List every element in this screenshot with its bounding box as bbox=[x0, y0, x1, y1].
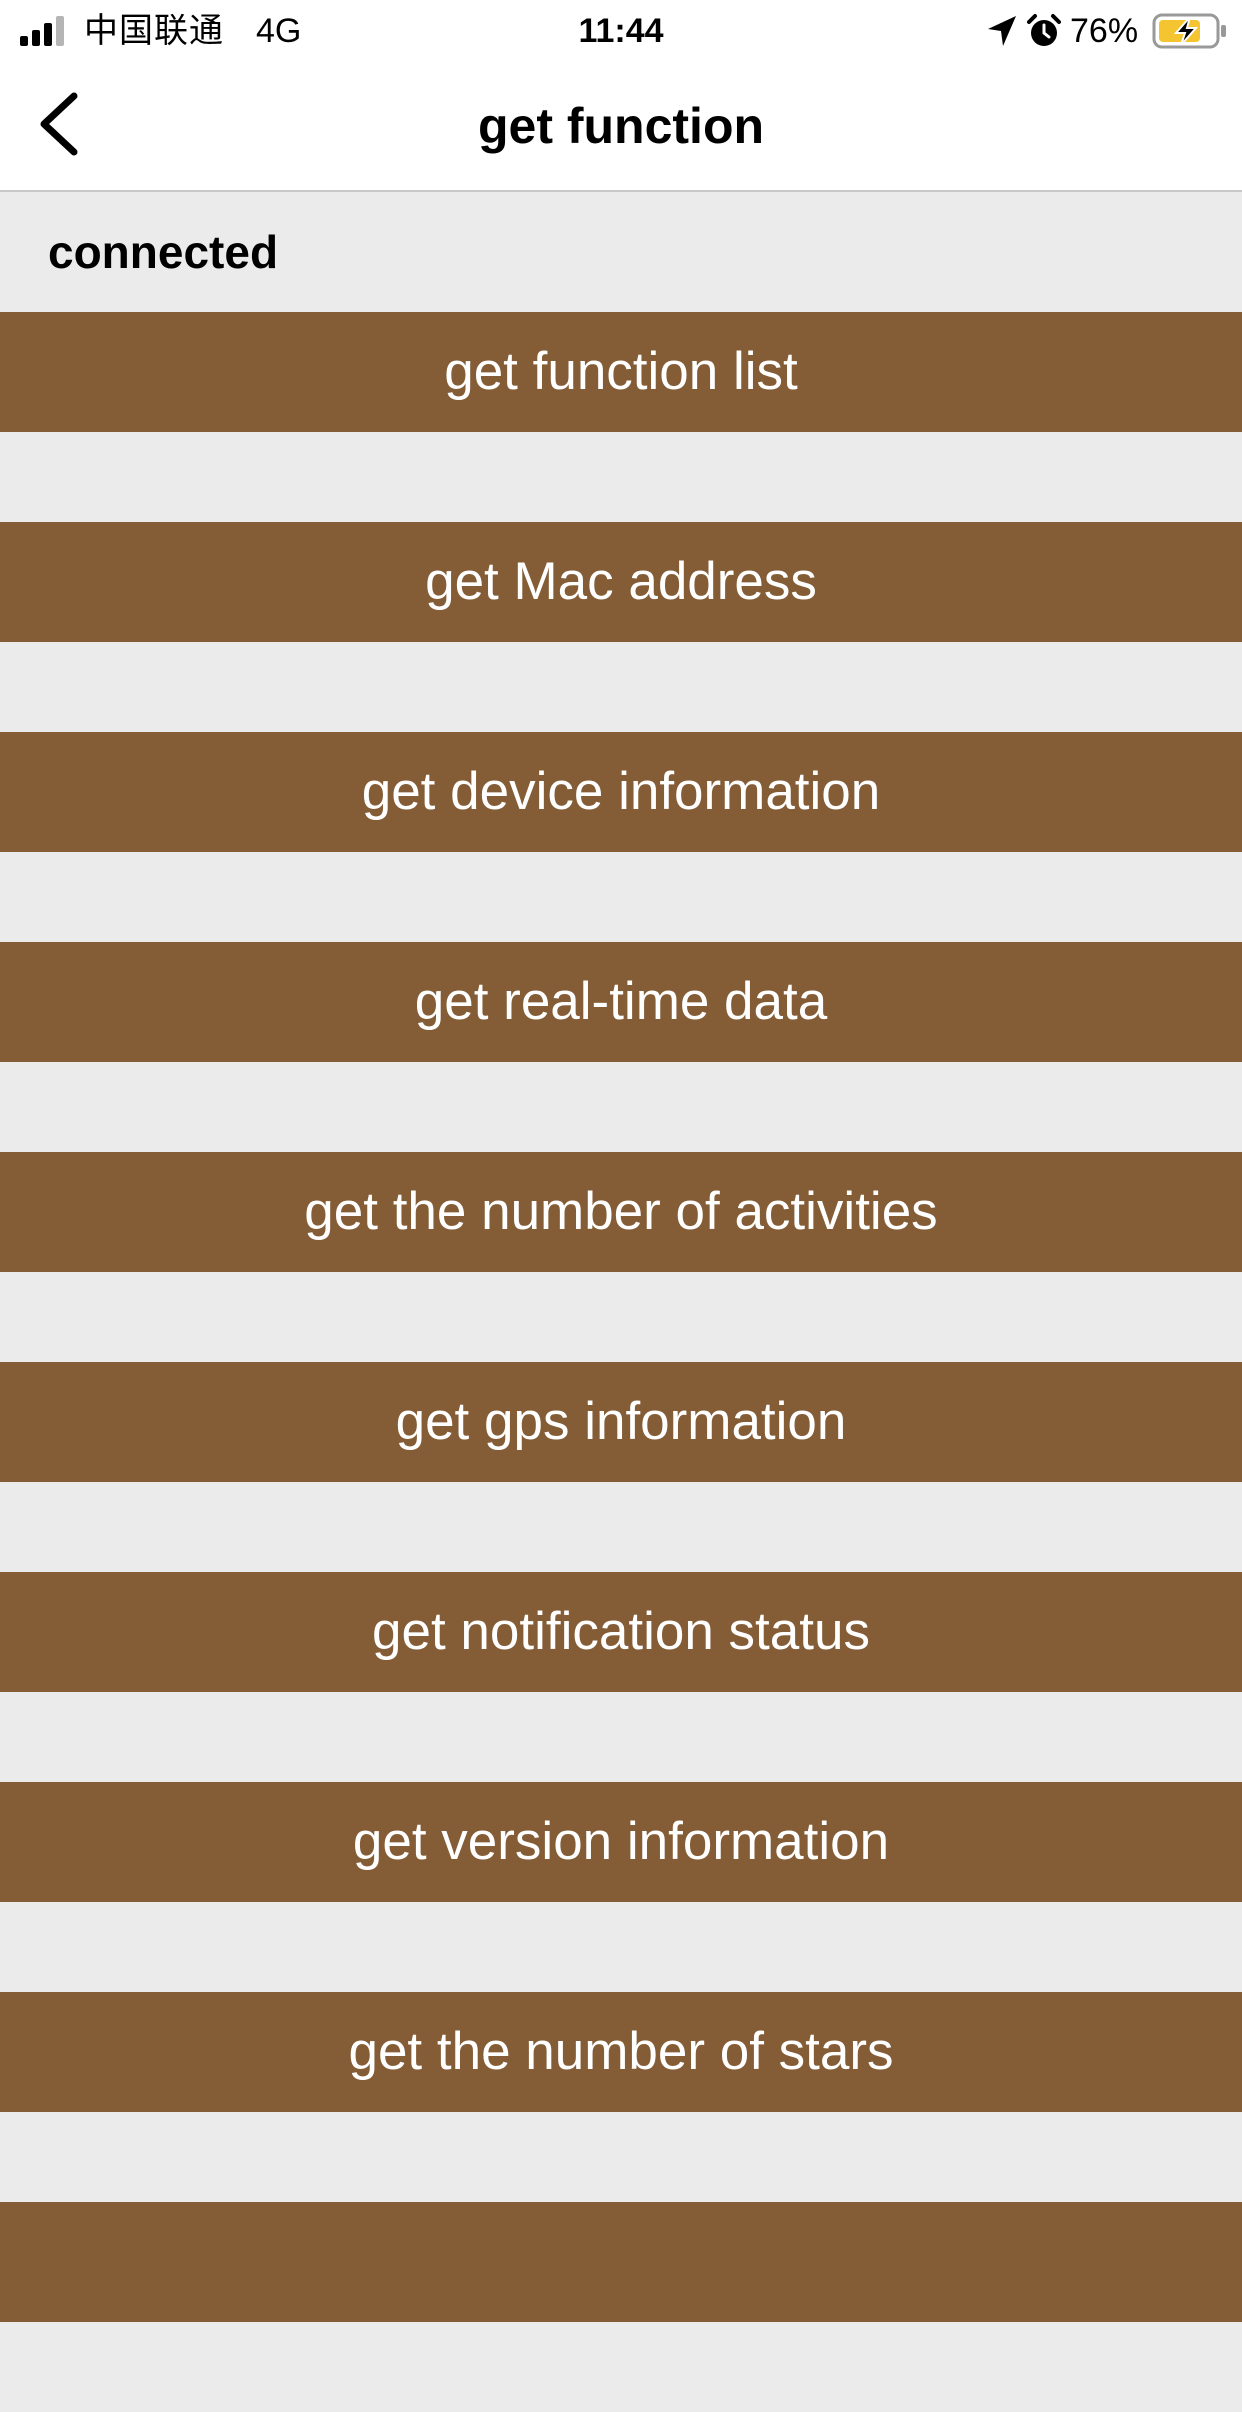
get-device-information-button[interactable]: get device information bbox=[0, 732, 1242, 852]
chevron-left-icon bbox=[40, 92, 78, 156]
get-mac-address-button[interactable]: get Mac address bbox=[0, 522, 1242, 642]
navigation-bar: get function bbox=[0, 62, 1242, 192]
battery-percent: 76% bbox=[1070, 12, 1139, 50]
get-function-list-button[interactable]: get function list bbox=[0, 312, 1242, 432]
location-arrow-icon bbox=[988, 16, 1016, 46]
alarm-clock-icon bbox=[1027, 14, 1061, 46]
get-version-information-button[interactable]: get version information bbox=[0, 1782, 1242, 1902]
battery-charging-icon bbox=[1152, 13, 1226, 49]
connection-status-label: connected bbox=[48, 226, 279, 278]
get-notification-status-button[interactable]: get notification status bbox=[0, 1572, 1242, 1692]
page-title: get function bbox=[477, 98, 765, 154]
back-button[interactable] bbox=[20, 84, 100, 164]
action-button-list: get function list get Mac address get de… bbox=[0, 312, 1242, 2412]
get-number-of-activities-button[interactable]: get the number of activities bbox=[0, 1152, 1242, 1272]
get-real-time-data-button[interactable]: get real-time data bbox=[0, 942, 1242, 1062]
get-number-of-stars-button[interactable]: get the number of stars bbox=[0, 1992, 1242, 2112]
status-bar: 中国联通 4G 11:44 76% bbox=[0, 0, 1242, 62]
get-gps-information-button[interactable]: get gps information bbox=[0, 1362, 1242, 1482]
partially-visible-button[interactable] bbox=[0, 2202, 1242, 2322]
